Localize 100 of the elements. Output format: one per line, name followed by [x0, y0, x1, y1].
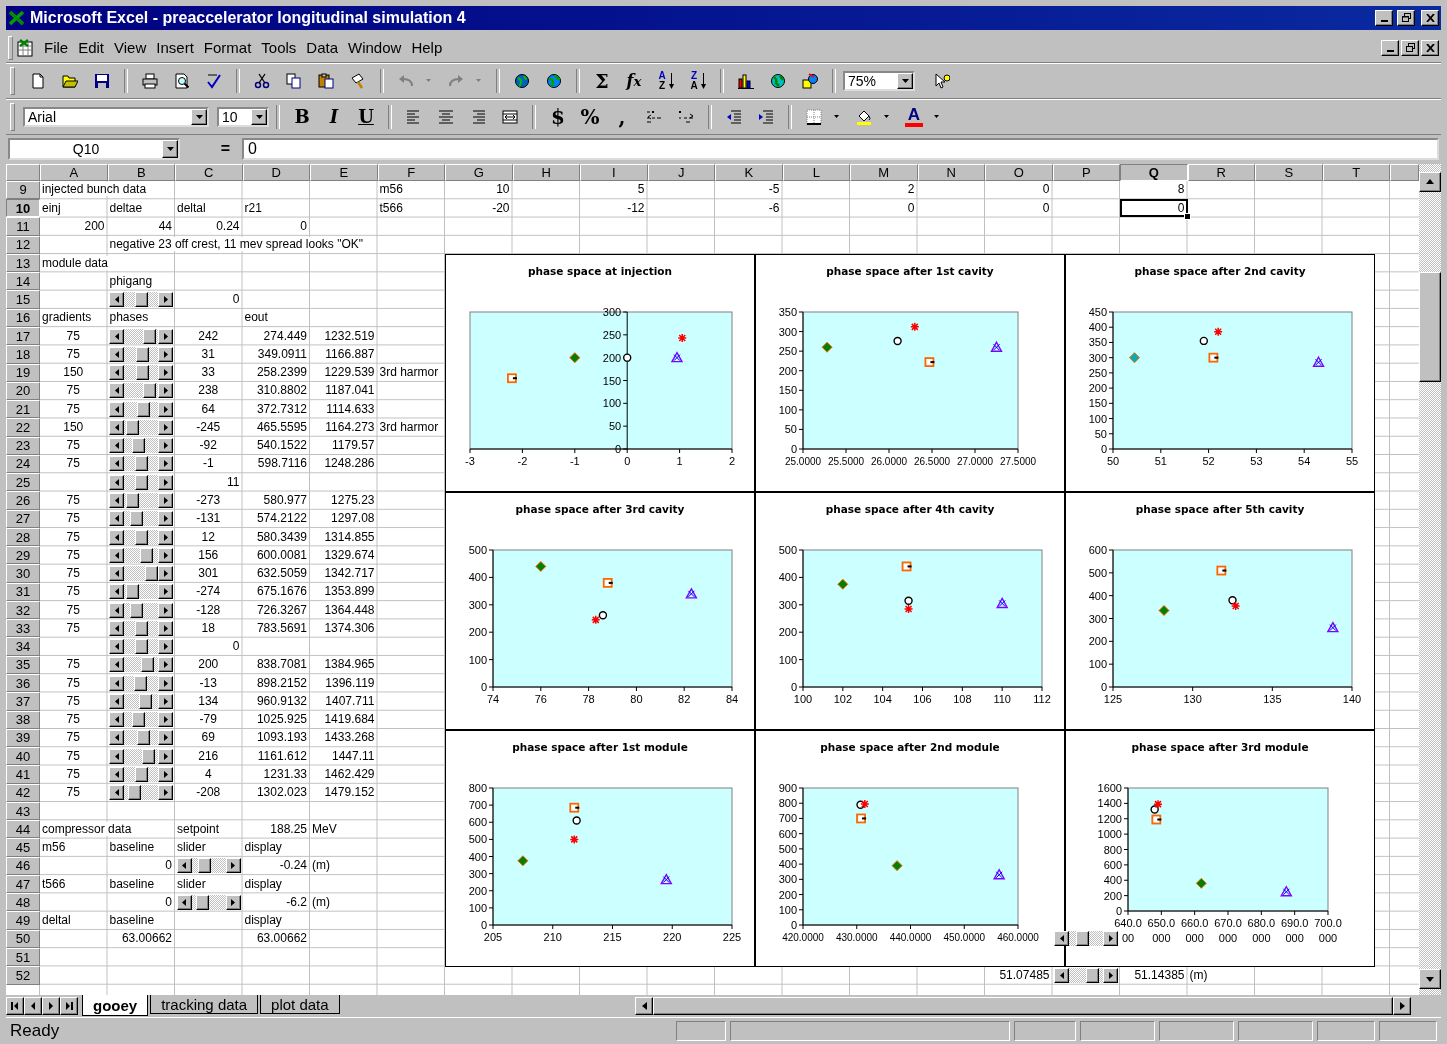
- table-cell: MeV: [312, 821, 337, 836]
- column-header[interactable]: J: [647, 163, 715, 181]
- zoom-dropdown[interactable]: 75%: [843, 70, 915, 91]
- column-header[interactable]: D: [242, 163, 310, 181]
- table-cell: 51.07485: [999, 967, 1050, 982]
- column-header[interactable]: K: [715, 163, 783, 181]
- column-header[interactable]: B: [107, 163, 175, 181]
- sheet-tab[interactable]: plot data: [260, 995, 340, 1014]
- axis-label: 100: [778, 903, 797, 916]
- column-header[interactable]: G: [445, 163, 513, 181]
- axis-label: 420.0000: [782, 931, 824, 943]
- row-header[interactable]: 29: [6, 546, 40, 565]
- menu-item[interactable]: Insert: [151, 36, 199, 60]
- row-header[interactable]: 22: [6, 418, 40, 437]
- table-cell: 75: [66, 693, 80, 708]
- axis-label: 200: [468, 625, 487, 638]
- chart-title: phase space after 2nd cavity: [1134, 264, 1306, 277]
- row-header[interactable]: 44: [6, 820, 40, 839]
- axis-label: 80: [630, 692, 643, 705]
- font-size-dropdown[interactable]: 10: [217, 106, 269, 127]
- column-header[interactable]: O: [985, 163, 1053, 181]
- row-header[interactable]: 15: [6, 290, 40, 309]
- row-header[interactable]: 45: [6, 838, 40, 857]
- axis-label: 150: [778, 384, 797, 397]
- table-cell: 31: [201, 346, 215, 361]
- axis-label: 0: [480, 918, 487, 931]
- menu-item[interactable]: Window: [343, 36, 407, 60]
- menu-item[interactable]: Format: [198, 36, 257, 60]
- axis-label: 82: [678, 692, 691, 705]
- menu-item[interactable]: File: [39, 36, 74, 60]
- axis-label: 25.5000: [827, 455, 865, 467]
- axis-label: 450: [1088, 305, 1107, 318]
- column-header[interactable]: Q: [1120, 163, 1188, 181]
- table-cell: 44: [158, 219, 172, 233]
- row-header[interactable]: 14: [6, 272, 40, 291]
- row-header[interactable]: 18: [6, 345, 40, 364]
- column-header[interactable]: M: [850, 163, 918, 181]
- axis-label: 27.0000: [956, 455, 994, 467]
- sheet-tab[interactable]: gooey: [82, 995, 149, 1016]
- axis-label: 300: [468, 598, 487, 611]
- axis-label: 300: [468, 867, 487, 880]
- axis-label: 800: [468, 781, 487, 794]
- axis-label: 200: [468, 884, 487, 897]
- axis-label: 1200: [1097, 812, 1122, 825]
- column-header[interactable]: R: [1187, 163, 1255, 181]
- menu-item[interactable]: Help: [406, 36, 448, 60]
- menu-item[interactable]: Data: [301, 36, 344, 60]
- row-header[interactable]: 34: [6, 637, 40, 656]
- sheet-tab[interactable]: tracking data: [150, 995, 259, 1014]
- edit-formula-button[interactable]: =: [186, 140, 236, 159]
- row-header[interactable]: 37: [6, 692, 40, 711]
- table-cell: 216: [198, 748, 219, 763]
- row-header[interactable]: 26: [6, 491, 40, 510]
- axis-label: 350: [778, 305, 797, 318]
- table-cell: 0: [300, 219, 307, 233]
- row-header[interactable]: 33: [6, 619, 40, 638]
- table-cell: t566: [379, 200, 403, 215]
- row-header[interactable]: 41: [6, 765, 40, 784]
- row-header[interactable]: 21: [6, 400, 40, 419]
- table-cell: 1396.119: [325, 675, 375, 690]
- row-header[interactable]: 11: [6, 217, 40, 236]
- column-header[interactable]: C: [175, 163, 243, 181]
- column-header[interactable]: A: [40, 163, 108, 181]
- name-box[interactable]: Q10: [8, 138, 180, 161]
- chart-title: phase space at injection: [527, 264, 672, 277]
- column-header[interactable]: N: [917, 163, 985, 181]
- row-header[interactable]: 25: [6, 473, 40, 492]
- axis-label: 200: [778, 888, 797, 901]
- column-header[interactable]: I: [580, 163, 648, 181]
- column-header[interactable]: H: [512, 163, 580, 181]
- table-cell: (m): [312, 894, 330, 909]
- table-cell: einj: [42, 200, 61, 215]
- column-header[interactable]: P: [1052, 163, 1120, 181]
- column-header[interactable]: E: [310, 163, 378, 181]
- axis-label: 54: [1298, 454, 1311, 467]
- row-header[interactable]: 40: [6, 747, 40, 766]
- row-header[interactable]: 10: [6, 199, 40, 218]
- row-header[interactable]: 30: [6, 564, 40, 583]
- row-header[interactable]: 51: [6, 948, 40, 967]
- row-header[interactable]: 49: [6, 911, 40, 930]
- column-header[interactable]: S: [1255, 163, 1323, 181]
- axis-label: 112: [1033, 692, 1051, 705]
- font-dropdown[interactable]: Arial: [23, 106, 209, 127]
- row-header[interactable]: 48: [6, 893, 40, 912]
- axis-label: 500: [778, 543, 797, 556]
- formula-field[interactable]: 0: [242, 138, 1439, 161]
- table-cell: 1231.33: [263, 766, 307, 781]
- column-header[interactable]: T: [1322, 163, 1390, 181]
- menu-item[interactable]: Edit: [73, 36, 110, 60]
- menu-item[interactable]: View: [109, 36, 152, 60]
- axis-label: 51: [1154, 454, 1167, 467]
- row-header[interactable]: 36: [6, 674, 40, 693]
- column-header[interactable]: L: [782, 163, 850, 181]
- axis-label: 600: [1088, 543, 1107, 556]
- axis-label: 150: [1088, 397, 1107, 410]
- column-header[interactable]: F: [377, 163, 445, 181]
- menu-item[interactable]: Tools: [256, 36, 302, 60]
- axis-label: 26.5000: [913, 455, 951, 467]
- axis-label: 650.0 000: [1147, 916, 1176, 944]
- row-header[interactable]: 52: [6, 966, 40, 985]
